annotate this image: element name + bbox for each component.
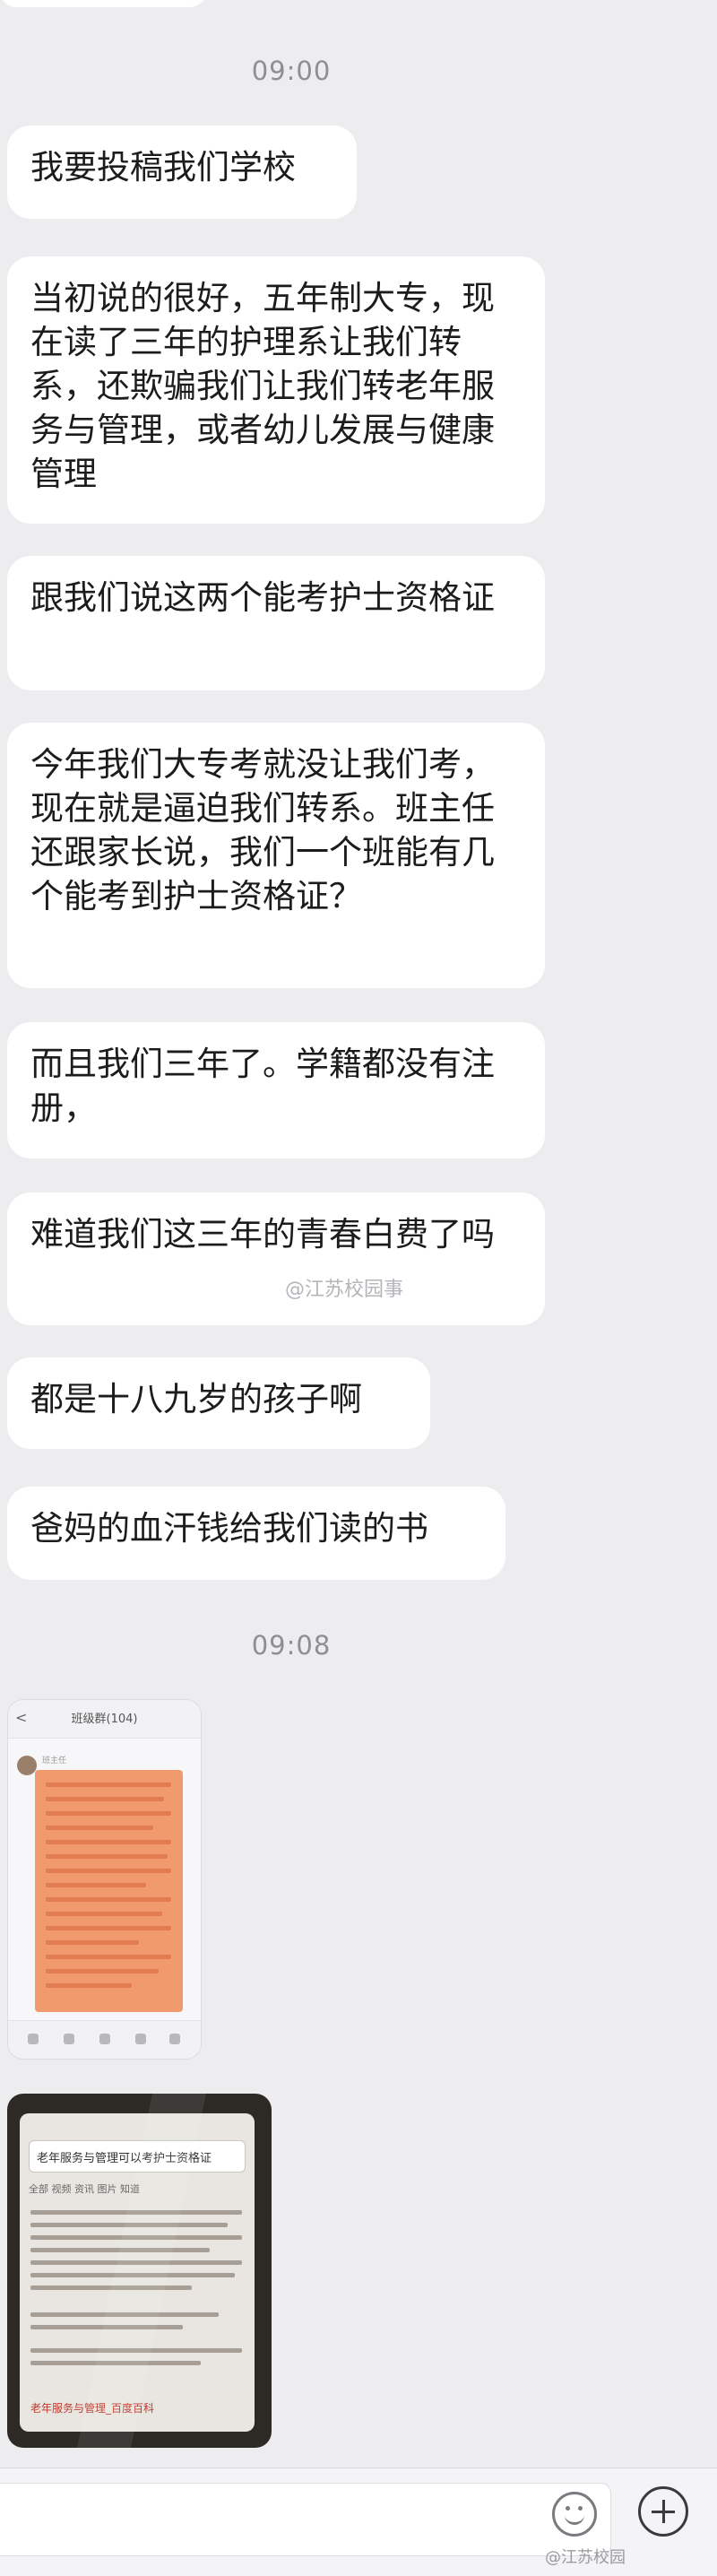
smiley-face-icon[interactable] (552, 2492, 597, 2537)
screenshot-toolbar (8, 2020, 201, 2059)
timestamp: 09:00 (251, 56, 332, 86)
message-bubble[interactable]: 今年我们大专考就没让我们考，现在就是逼迫我们转系。班主任还跟家长说，我们一个班能… (7, 723, 545, 988)
screenshot-header: < 班级群(104) (8, 1700, 201, 1739)
message-bubble[interactable]: 跟我们说这两个能考护士资格证 (7, 556, 545, 690)
screenshot-title: 班级群(104) (71, 1713, 138, 1726)
watermark: @江苏校园事 (285, 1279, 404, 1301)
avatar (17, 1756, 37, 1775)
search-tabs: 全部 视频 资讯 图片 知道 (29, 2183, 140, 2195)
orange-document-image (35, 1770, 183, 2012)
image-message-phone-photo[interactable]: 老年服务与管理可以考护士资格证 全部 视频 资讯 图片 知道 老年服务与管理_百… (7, 2094, 272, 2448)
timestamp: 09:08 (251, 1630, 332, 1661)
message-bubble[interactable]: 我要投稿我们学校 (7, 126, 357, 219)
message-bubble[interactable]: 而且我们三年了。学籍都没有注册， (7, 1022, 545, 1158)
previous-message-bubble (0, 0, 206, 7)
sender-name: 班主任 (42, 1756, 67, 1765)
plus-circle-icon[interactable] (638, 2486, 688, 2537)
image-message-group-chat-screenshot[interactable]: < 班级群(104) 班主任 (7, 1699, 202, 2060)
message-bubble[interactable]: 难道我们这三年的青春白费了吗 (7, 1193, 545, 1325)
message-bubble[interactable]: 都是十八九岁的孩子啊 (7, 1357, 430, 1449)
message-input[interactable] (0, 2483, 611, 2556)
message-bubble[interactable]: 当初说的很好，五年制大专，现在读了三年的护理系让我们转系，还欺骗我们让我们转老年… (7, 256, 545, 524)
watermark: @江苏校园 (545, 2548, 626, 2567)
message-bubble[interactable]: 爸妈的血汗钱给我们读的书 (7, 1487, 505, 1580)
